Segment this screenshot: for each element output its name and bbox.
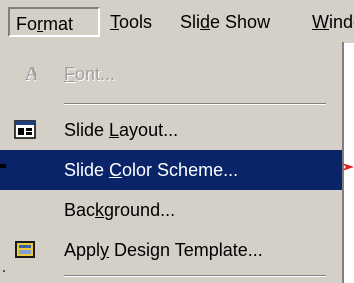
red-arrow-icon xyxy=(342,163,354,171)
slide-layout-icon xyxy=(14,119,36,141)
design-template-icon xyxy=(14,239,36,261)
format-dropdown-menu: A A Font... Slide Layout... Slide Color … xyxy=(0,42,344,283)
menu-tools[interactable]: Tools xyxy=(110,8,152,36)
menu-slideshow-label-b: e Show xyxy=(210,12,271,32)
menu-item-font-label: Font... xyxy=(64,64,116,84)
svg-text:A: A xyxy=(25,63,36,85)
menu-format[interactable]: Format xyxy=(8,7,100,37)
menu-tools-label-b: ools xyxy=(119,12,153,32)
menu-item-slide-color-scheme[interactable]: Slide Color Scheme... xyxy=(0,150,342,190)
menu-tools-accel: T xyxy=(110,12,119,32)
font-a-icon: A A xyxy=(14,63,41,86)
menu-format-label-b: mat xyxy=(43,14,74,34)
menu-bar: Format Tools Slide Show Windo xyxy=(0,0,354,43)
annotation-dot xyxy=(3,270,5,272)
menu-window-label-b: indo xyxy=(329,12,354,32)
annotation-marker xyxy=(0,164,6,168)
menu-window-accel: W xyxy=(312,12,329,32)
menu-item-font[interactable]: A A Font... xyxy=(0,54,342,94)
menu-item-apply-design-template[interactable]: Apply Design Template... xyxy=(0,230,342,270)
menu-slideshow-label-a: Sli xyxy=(180,12,201,32)
menu-item-background[interactable]: Background... xyxy=(0,190,342,230)
menu-item-background-label: Background... xyxy=(64,200,176,220)
menu-slideshow-accel: d xyxy=(200,12,211,32)
menu-item-slide-layout-label: Slide Layout... xyxy=(64,120,179,140)
menu-item-slide-layout[interactable]: Slide Layout... xyxy=(0,110,342,150)
menu-item-color-scheme-label: Slide Color Scheme... xyxy=(64,160,239,180)
menu-item-design-template-label: Apply Design Template... xyxy=(64,240,263,260)
menu-separator xyxy=(64,103,326,105)
menu-slide-show[interactable]: Slide Show xyxy=(180,8,270,36)
menu-separator xyxy=(64,275,326,277)
menu-format-label-a: Fo xyxy=(16,14,38,34)
menu-window[interactable]: Windo xyxy=(312,8,354,36)
